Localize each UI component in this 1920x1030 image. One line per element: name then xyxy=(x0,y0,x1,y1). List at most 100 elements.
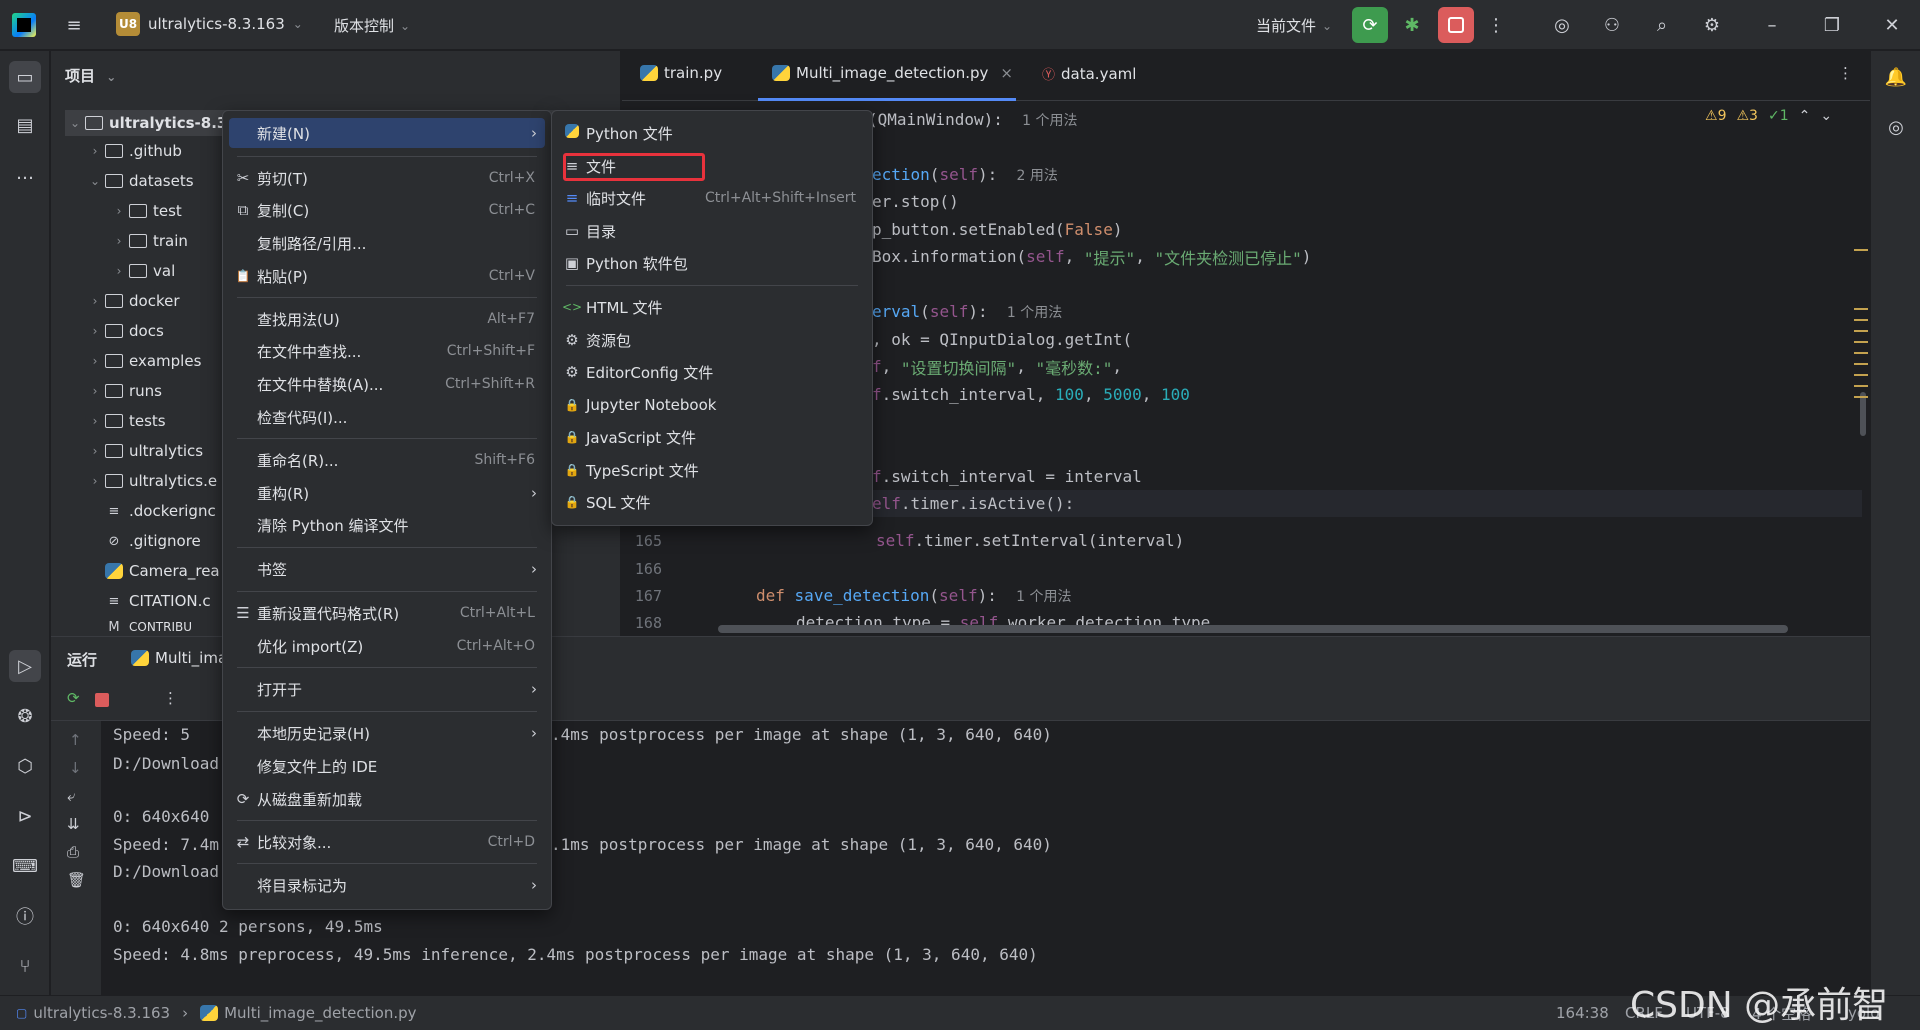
add-user-icon[interactable]: ⚇ xyxy=(1596,9,1628,41)
usage-hint[interactable]: 2 用法 xyxy=(1017,165,1058,185)
breadcrumb-project[interactable]: ultralytics-8.3.163 xyxy=(33,1004,170,1022)
debug-icon[interactable]: ✱ xyxy=(1396,9,1428,41)
vcs-menu[interactable]: 版本控制 ⌄ xyxy=(334,15,410,36)
run-config-selector[interactable]: 当前文件 ⌄ xyxy=(1256,15,1332,36)
arrow-down-icon[interactable]: ↓ xyxy=(69,759,82,777)
submenu-item-directory[interactable]: ▭ 目录 xyxy=(558,216,866,246)
project-folder-icon[interactable]: ▭ xyxy=(9,61,41,93)
stop-icon[interactable] xyxy=(95,693,109,707)
menu-item-find-in-files[interactable]: 在文件中查找... Ctrl+Shift+F xyxy=(229,336,545,366)
tab-train-py[interactable]: train.py xyxy=(640,64,722,82)
submenu-item-resource-bundle[interactable]: ⚙ 资源包 xyxy=(558,325,866,355)
tree-row[interactable]: › docs xyxy=(85,318,164,344)
submenu-item-sql[interactable]: 🔒 SQL 文件 xyxy=(558,487,866,517)
tree-row[interactable]: › examples xyxy=(85,348,202,374)
minimize-icon[interactable]: – xyxy=(1756,9,1788,41)
tab-data-yaml[interactable]: Ⓨ data.yaml xyxy=(1042,64,1136,84)
services-icon[interactable]: ⊳ xyxy=(9,800,41,832)
submenu-item-python-package[interactable]: ▣ Python 软件包 xyxy=(558,248,866,278)
restore-icon[interactable]: ❐ xyxy=(1816,9,1848,41)
menu-item-local-history[interactable]: 本地历史记录(H) › xyxy=(229,718,545,748)
submenu-item-python-file[interactable]: Python 文件 xyxy=(558,118,866,148)
submenu-item-scratch-file[interactable]: ≡ 临时文件 Ctrl+Alt+Shift+Insert xyxy=(558,183,866,213)
scroll-to-end-icon[interactable]: ⇊ xyxy=(67,815,80,833)
breadcrumb-file[interactable]: Multi_image_detection.py xyxy=(224,1004,416,1022)
terminal-icon[interactable]: ⌨ xyxy=(9,850,41,882)
rerun-icon[interactable]: ⟳ xyxy=(1352,7,1388,43)
menu-item-cut[interactable]: ✂ 剪切(T) Ctrl+X xyxy=(229,163,545,193)
python-packages-icon[interactable]: ⬡ xyxy=(9,750,41,782)
tree-row[interactable]: Camera_rea xyxy=(105,558,220,584)
tree-row[interactable]: ⊘ .gitignore xyxy=(105,528,201,554)
arrow-up-icon[interactable]: ↑ xyxy=(69,731,82,749)
submenu-item-typescript[interactable]: 🔒 TypeScript 文件 xyxy=(558,455,866,485)
menu-item-open-in[interactable]: 打开于 › xyxy=(229,674,545,704)
menu-item-optimize-imports[interactable]: 优化 import(Z) Ctrl+Alt+O xyxy=(229,631,545,661)
notifications-bell-icon[interactable]: 🔔 xyxy=(1880,61,1912,93)
usage-hint[interactable]: 1 个用法 xyxy=(1007,302,1062,322)
git-icon[interactable]: ⑂ xyxy=(9,950,41,982)
menu-item-copy[interactable]: ⧉ 复制(C) Ctrl+C xyxy=(229,195,545,225)
tree-row[interactable]: › ultralytics.e xyxy=(85,468,217,494)
more-actions-icon[interactable]: ⋮ xyxy=(163,689,178,707)
tree-row[interactable]: › runs xyxy=(85,378,162,404)
tree-row[interactable]: › ultralytics xyxy=(85,438,203,464)
menu-item-inspect-code[interactable]: 检查代码(I)... xyxy=(229,402,545,432)
tree-row[interactable]: › test xyxy=(109,198,182,224)
tree-row[interactable]: › tests xyxy=(85,408,166,434)
structure-icon[interactable]: ▤ xyxy=(9,109,41,141)
tree-row[interactable]: ⌄ datasets xyxy=(85,168,194,194)
main-menu-icon[interactable]: ≡ xyxy=(58,9,90,41)
ai-assistant-icon[interactable]: ◎ xyxy=(1546,9,1578,41)
chevron-up-icon[interactable]: ⌃ xyxy=(1799,108,1811,124)
tree-row[interactable]: ≡ CITATION.c xyxy=(105,588,211,614)
close-tab-icon[interactable]: × xyxy=(1000,64,1013,82)
project-panel-header[interactable]: 项目 ⌄ xyxy=(65,65,116,86)
tree-row[interactable]: M CONTRIBU xyxy=(105,618,192,636)
menu-item-rename[interactable]: 重命名(R)... Shift+F6 xyxy=(229,445,545,475)
tree-row[interactable]: ≡ .dockerignc xyxy=(105,498,216,524)
menu-item-refactor[interactable]: 重构(R) › xyxy=(229,478,545,508)
tree-row[interactable]: › train xyxy=(109,228,188,254)
ai-chat-icon[interactable]: ◎ xyxy=(1880,111,1912,143)
stop-button[interactable] xyxy=(1438,7,1474,43)
usage-hint[interactable]: 1 个用法 xyxy=(1022,110,1077,130)
inspection-widget[interactable]: ⚠9 ⚠3 ✓1 ⌃ ⌄ xyxy=(1705,108,1832,124)
tree-row[interactable]: › .github xyxy=(85,138,182,164)
menu-item-reformat[interactable]: ☰ 重新设置代码格式(R) Ctrl+Alt+L xyxy=(229,598,545,628)
menu-item-replace-in-files[interactable]: 在文件中替换(A)... Ctrl+Shift+R xyxy=(229,369,545,399)
tab-multi-image-detection[interactable]: Multi_image_detection.py × xyxy=(772,64,1013,82)
caret-position[interactable]: 164:38 xyxy=(1556,1004,1609,1022)
menu-item-find-usages[interactable]: 查找用法(U) Alt+F7 xyxy=(229,304,545,334)
menu-item-mark-directory[interactable]: 将目录标记为 › xyxy=(229,870,545,900)
menu-item-paste[interactable]: 📋 粘贴(P) Ctrl+V xyxy=(229,261,545,291)
more-actions-icon[interactable]: ⋮ xyxy=(1480,9,1512,41)
horizontal-scrollbar[interactable] xyxy=(718,625,1788,633)
error-stripe-markers[interactable] xyxy=(1854,308,1868,398)
run-config-tab[interactable]: Multi_ima xyxy=(131,649,227,667)
menu-item-compare[interactable]: ⇄ 比较对象... Ctrl+D xyxy=(229,827,545,857)
vertical-scrollbar[interactable] xyxy=(1860,392,1866,436)
error-stripe-marker[interactable] xyxy=(1854,249,1868,251)
chevron-down-icon[interactable]: ⌄ xyxy=(1820,108,1832,124)
close-icon[interactable]: ✕ xyxy=(1876,9,1908,41)
project-switcher[interactable]: U8 ultralytics-8.3.163 ⌄ xyxy=(116,12,303,36)
submenu-item-html-file[interactable]: <> HTML 文件 xyxy=(558,292,866,322)
usage-hint[interactable]: 1 个用法 xyxy=(1016,586,1071,606)
problems-icon[interactable]: ⓘ xyxy=(9,900,41,932)
more-tools-icon[interactable]: … xyxy=(9,157,41,189)
rerun-icon[interactable]: ⟳ xyxy=(67,689,80,707)
menu-item-new[interactable]: 新建(N) › xyxy=(229,118,545,148)
menu-item-copy-path[interactable]: 复制路径/引用... xyxy=(229,228,545,258)
menu-item-repair-ide[interactable]: 修复文件上的 IDE xyxy=(229,751,545,781)
submenu-item-javascript[interactable]: 🔒 JavaScript 文件 xyxy=(558,422,866,452)
menu-item-clean-python[interactable]: 清除 Python 编译文件 xyxy=(229,510,545,540)
soft-wrap-icon[interactable]: ⤶ xyxy=(67,787,75,805)
submenu-item-editorconfig[interactable]: ⚙ EditorConfig 文件 xyxy=(558,357,866,387)
tree-row[interactable]: › docker xyxy=(85,288,180,314)
settings-gear-icon[interactable]: ⚙ xyxy=(1696,9,1728,41)
run-icon[interactable]: ▷ xyxy=(9,650,41,682)
print-icon[interactable]: ⎙ xyxy=(67,843,79,861)
submenu-item-jupyter[interactable]: 🔒 Jupyter Notebook xyxy=(558,390,866,420)
search-icon[interactable]: ⌕ xyxy=(1646,9,1678,41)
